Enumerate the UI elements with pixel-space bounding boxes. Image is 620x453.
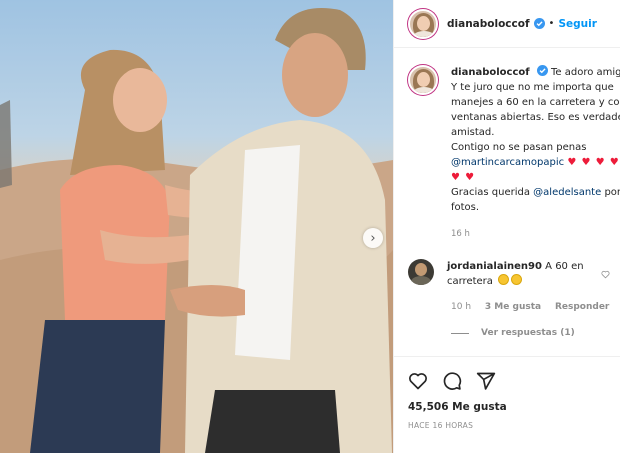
post-timestamp[interactable]: HACE 16 HORAS	[408, 421, 473, 430]
heart-emojis: ♥ ♥ ♥ ♥	[567, 157, 620, 168]
caption-line: manejes a 60 en la carretera y con	[451, 97, 620, 108]
caption-line: Y te juro que no me importa que	[451, 82, 614, 93]
comment-time[interactable]: 10 h	[451, 302, 471, 312]
caption-avatar[interactable]	[408, 65, 438, 95]
comment-text: jordanialainen90 A 60 en carretera	[447, 259, 597, 289]
follow-button[interactable]: Seguir	[558, 18, 596, 30]
caption-line: fotos.	[451, 202, 480, 213]
view-replies-label: Ver respuestas (1)	[481, 328, 575, 338]
chevron-right-icon: ›	[370, 230, 376, 246]
comment-icon[interactable]	[442, 371, 462, 391]
post-photo[interactable]: ›	[0, 0, 393, 453]
caption-line: amistad.	[451, 127, 495, 138]
separator-dot: •	[548, 18, 555, 29]
heart-icon[interactable]	[408, 371, 428, 391]
share-icon[interactable]	[476, 371, 496, 391]
likes-count[interactable]: 45,506 Me gusta	[408, 401, 507, 413]
caption-line: por	[604, 187, 620, 198]
heart-emojis: ♥ ♥	[451, 172, 476, 183]
mention-link[interactable]: @martincarcamopapic	[451, 157, 564, 168]
verified-badge-icon	[533, 18, 545, 29]
photo-illustration	[0, 8, 393, 453]
caption-text: dianaboloccof Te adoro amigo Y te juro q…	[451, 65, 620, 242]
post-actions: 45,506 Me gusta HACE 16 HORAS	[394, 356, 620, 453]
post-header: dianaboloccof • Seguir	[394, 0, 620, 48]
comment-username[interactable]: jordanialainen90	[447, 261, 542, 272]
like-comment-heart-icon[interactable]	[601, 270, 610, 279]
post-side-panel: dianaboloccof • Seguir dianaboloccof Te …	[393, 0, 620, 453]
caption: dianaboloccof Te adoro amigo Y te juro q…	[408, 65, 620, 242]
verified-badge-icon	[536, 65, 548, 76]
comment-meta: 10 h 3 Me gusta Responder	[451, 302, 620, 312]
caption-line: Gracias querida	[451, 187, 530, 198]
mention-link[interactable]: @aledelsante	[533, 187, 601, 198]
comment-body: carretera	[447, 276, 493, 287]
divider	[451, 332, 469, 334]
caption-line: ventanas abiertas. Eso es verdader	[451, 112, 620, 123]
comment-body: A 60 en	[545, 261, 584, 272]
laughing-emoji-icon	[511, 274, 523, 285]
comments-area: dianaboloccof Te adoro amigo Y te juro q…	[394, 49, 620, 355]
laughing-emoji-icon	[498, 274, 510, 285]
avatar[interactable]	[408, 8, 438, 39]
caption-username[interactable]: dianaboloccof	[451, 67, 530, 78]
header-username[interactable]: dianaboloccof	[447, 18, 530, 30]
comment-item: jordanialainen90 A 60 en carretera	[408, 259, 597, 289]
caption-line: Contigo no se pasan penas	[451, 142, 587, 153]
view-replies-button[interactable]: Ver respuestas (1)	[451, 328, 575, 338]
avatar[interactable]	[408, 259, 434, 285]
next-photo-button[interactable]: ›	[363, 228, 383, 248]
caption-line: Te adoro amigo	[550, 67, 620, 78]
caption-time[interactable]: 16 h	[451, 227, 620, 242]
man-figure	[170, 8, 392, 453]
comment-likes[interactable]: 3 Me gusta	[485, 302, 541, 312]
reply-button[interactable]: Responder	[555, 302, 609, 312]
